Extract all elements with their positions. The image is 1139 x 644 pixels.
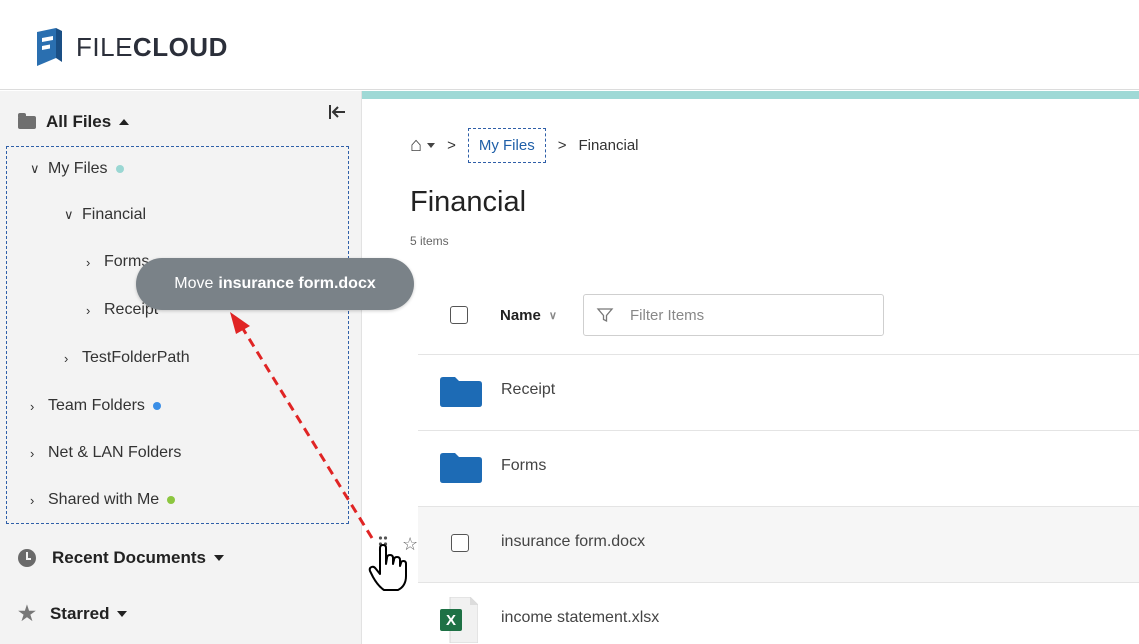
status-dot	[167, 496, 176, 504]
filecloud-logo[interactable]: FILECLOUD	[34, 28, 228, 66]
file-name[interactable]: insurance form.docx	[501, 533, 645, 551]
collapse-left-icon	[329, 105, 345, 119]
tree-item-label: My Files	[48, 160, 108, 177]
row-checkbox[interactable]	[451, 534, 469, 552]
tree-item-my-files[interactable]: ∨ My Files	[30, 160, 124, 178]
caret-down-icon	[213, 555, 224, 561]
caret-down-icon	[117, 611, 128, 617]
svg-text:X: X	[446, 612, 456, 629]
status-dot	[115, 165, 124, 173]
filter-input[interactable]	[628, 305, 852, 325]
recent-documents-toggle[interactable]: Recent Documents	[18, 548, 224, 568]
breadcrumb-financial: Financial	[578, 137, 639, 154]
breadcrumb-separator: >	[557, 137, 567, 154]
breadcrumb: ⌂ > My Files > Financial	[410, 128, 639, 163]
drag-move-tooltip: Move insurance form.docx	[136, 258, 414, 310]
clock-icon	[18, 549, 36, 567]
file-name[interactable]: Receipt	[501, 381, 555, 399]
filter-box[interactable]	[583, 294, 884, 336]
app-header: FILECLOUD	[0, 6, 1139, 90]
tree-item-net-lan-folders[interactable]: › Net & LAN Folders	[30, 444, 181, 462]
accent-bar	[362, 91, 1139, 99]
tree-item-label: Shared with Me	[48, 491, 160, 508]
chevron-right-icon: ›	[30, 445, 35, 461]
all-files-label: All Files	[46, 112, 112, 131]
chevron-right-icon: ›	[64, 350, 69, 366]
breadcrumb-my-files[interactable]: My Files	[467, 128, 546, 163]
select-all-checkbox[interactable]	[450, 306, 468, 324]
collapse-sidebar-button[interactable]	[324, 100, 350, 124]
chevron-right-icon: ›	[86, 302, 91, 318]
tooltip-file: insurance form.docx	[218, 275, 376, 292]
name-column-label: Name	[500, 306, 541, 324]
chevron-down-icon: ∨	[548, 309, 557, 322]
folder-icon	[440, 453, 482, 483]
tree-item-label: Net & LAN Folders	[48, 444, 182, 461]
file-row-income-statement[interactable]: X income statement.xlsx	[418, 582, 1139, 644]
chevron-down-icon: ∨	[30, 161, 40, 176]
tree-item-label: Financial	[82, 206, 147, 223]
starred-label: Starred	[49, 604, 110, 623]
hand-cursor-icon	[368, 544, 407, 591]
excel-file-icon: X	[440, 597, 478, 643]
tree-item-team-folders[interactable]: › Team Folders	[30, 397, 161, 415]
caret-up-icon	[119, 119, 130, 125]
filter-icon	[596, 308, 614, 323]
tree-item-label: TestFolderPath	[82, 349, 190, 366]
chevron-right-icon: ›	[30, 492, 35, 508]
folder-icon	[440, 377, 482, 407]
file-name[interactable]: Forms	[501, 457, 546, 475]
tree-item-shared-with-me[interactable]: › Shared with Me	[30, 491, 176, 509]
file-row-receipt[interactable]: Receipt	[418, 354, 1139, 430]
starred-toggle[interactable]: ★ Starred	[18, 603, 128, 625]
item-count: 5 items	[410, 234, 449, 248]
file-row-forms[interactable]: Forms	[418, 430, 1139, 506]
all-files-toggle[interactable]: All Files	[18, 112, 130, 132]
chevron-right-icon: ›	[30, 398, 35, 414]
home-dropdown-icon[interactable]	[427, 143, 436, 148]
page-title: Financial	[410, 186, 527, 218]
tree-item-label: Team Folders	[48, 397, 145, 414]
folder-icon	[18, 112, 36, 129]
logo-text: FILECLOUD	[76, 31, 228, 62]
breadcrumb-separator: >	[447, 137, 456, 154]
chevron-right-icon: ›	[86, 254, 91, 270]
filecloud-logo-icon	[37, 28, 62, 66]
sort-by-name-button[interactable]: Name ∨	[500, 307, 557, 324]
tree-item-testfolderpath[interactable]: › TestFolderPath	[64, 349, 190, 367]
tree-item-financial[interactable]: ∨ Financial	[64, 206, 146, 224]
status-dot	[152, 402, 161, 410]
home-icon[interactable]: ⌂	[410, 134, 422, 157]
tooltip-prefix: Move	[174, 275, 214, 292]
chevron-down-icon: ∨	[64, 207, 74, 222]
file-name[interactable]: income statement.xlsx	[501, 609, 659, 627]
star-icon: ★	[18, 603, 36, 625]
list-header: Name ∨	[450, 294, 557, 336]
file-row-insurance-form[interactable]: insurance form.docx	[418, 506, 1139, 582]
recent-documents-label: Recent Documents	[52, 548, 206, 567]
drop-target-outline	[6, 146, 349, 524]
